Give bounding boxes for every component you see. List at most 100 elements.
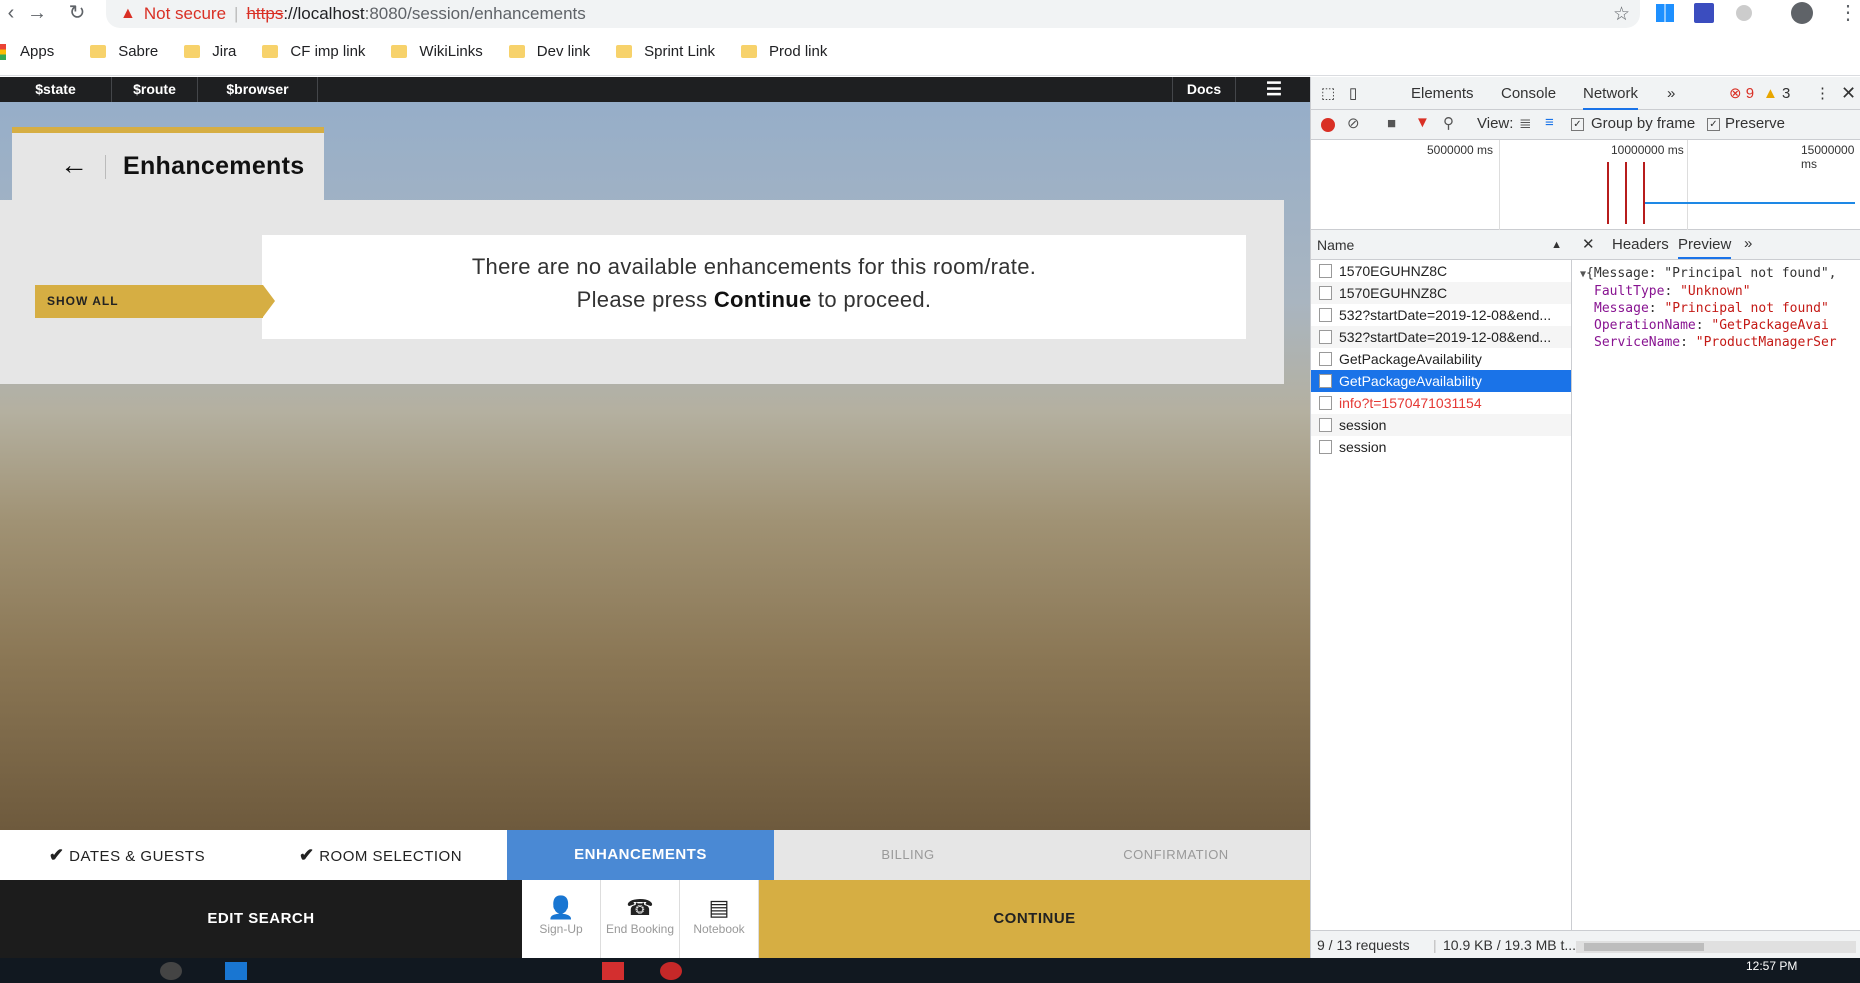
bookmark-sprint-link[interactable]: Sprint Link [616, 43, 715, 60]
notebook-icon: ▤ [708, 895, 730, 920]
tab-console[interactable]: Console [1501, 77, 1556, 110]
bookmark-sabre[interactable]: Sabre [90, 43, 158, 60]
file-icon [1319, 352, 1332, 366]
inspect-element-icon[interactable]: ⬚ [1321, 77, 1343, 110]
address-bar[interactable]: ▲ Not secure | https ://localhost :8080/… [106, 0, 1640, 28]
step-dates-guests[interactable]: ✔ DATES & GUESTS [0, 830, 254, 880]
debug-state-link[interactable]: $state [0, 77, 112, 102]
request-row[interactable]: 1570EGUHNZ8C [1311, 260, 1571, 282]
extension-circle-icon[interactable] [1736, 5, 1752, 21]
warning-icon: ▲ [120, 5, 136, 22]
taskbar-app-icon[interactable] [660, 962, 682, 980]
edit-search-button[interactable]: EDIT SEARCH [0, 880, 522, 958]
file-icon [1319, 330, 1332, 344]
waterfall-view-icon[interactable]: ≡ [1545, 114, 1554, 131]
back-icon[interactable]: ‹ [0, 2, 22, 24]
preview-field: FaultType: "Unknown" [1594, 284, 1751, 299]
taskbar-app-icon[interactable] [225, 962, 247, 980]
bookmark-dev-link[interactable]: Dev link [508, 43, 590, 60]
close-detail-icon[interactable]: ✕ [1582, 235, 1595, 253]
star-icon[interactable]: ☆ [1613, 3, 1630, 26]
timeline-label: 15000000 ms [1801, 143, 1855, 171]
show-all-button[interactable]: SHOW ALL [35, 285, 275, 318]
filter-icon[interactable]: ▼ [1415, 114, 1430, 131]
step-enhancements[interactable]: ENHANCEMENTS [507, 830, 774, 880]
tab-elements[interactable]: Elements [1411, 77, 1474, 110]
device-toggle-icon[interactable]: ▯ [1349, 77, 1371, 110]
taskbar-app-icon[interactable] [160, 962, 182, 980]
warning-count-badge[interactable]: ▲ 3 [1763, 77, 1790, 110]
request-row-error[interactable]: info?t=1570471031154 [1311, 392, 1571, 414]
end-booking-button[interactable]: ☎ End Booking [601, 880, 680, 958]
error-count: 9 [1745, 85, 1755, 102]
bookmark-prod-link[interactable]: Prod link [741, 43, 827, 60]
step-room-selection[interactable]: ✔ ROOM SELECTION [254, 830, 507, 880]
end-booking-label: End Booking [605, 922, 675, 936]
preview-field: ServiceName: "ProductManagerSer [1594, 335, 1837, 350]
folder-icon [262, 45, 279, 58]
record-icon[interactable] [1321, 118, 1335, 132]
error-count-badge[interactable]: ⊗ 9 [1729, 77, 1754, 110]
more-detail-tabs-icon[interactable]: » [1744, 235, 1752, 252]
list-view-icon[interactable]: ≣ [1519, 114, 1532, 132]
field-key: ServiceName [1594, 335, 1681, 350]
windows-icon[interactable] [1656, 4, 1674, 22]
preview-root[interactable]: ▼{Message: "Principal not found", [1580, 265, 1860, 283]
request-row-selected[interactable]: GetPackageAvailability [1311, 370, 1571, 392]
message-text: to proceed. [817, 287, 932, 312]
forward-icon[interactable]: → [26, 2, 48, 24]
continue-button[interactable]: CONTINUE [759, 880, 1310, 958]
request-row[interactable]: session [1311, 436, 1571, 458]
timeline-gridline [1499, 140, 1500, 230]
separator: | [234, 4, 239, 23]
step-label: DATES & GUESTS [69, 848, 206, 865]
request-row[interactable]: GetPackageAvailability [1311, 348, 1571, 370]
hamburger-menu-icon[interactable]: ☰ [1246, 77, 1302, 102]
reload-icon[interactable]: ↻ [66, 2, 88, 24]
tab-preview[interactable]: Preview [1678, 236, 1732, 259]
request-name: GetPackageAvailability [1339, 351, 1482, 367]
bookmark-jira[interactable]: Jira [184, 43, 236, 60]
field-value: "ProductManagerSer [1695, 335, 1837, 350]
more-tabs-icon[interactable]: » [1667, 77, 1675, 110]
horizontal-scrollbar[interactable] [1576, 941, 1856, 953]
request-row[interactable]: session [1311, 414, 1571, 436]
extension-grid-icon[interactable] [1694, 3, 1714, 23]
field-value: "Unknown" [1680, 284, 1751, 299]
docs-link[interactable]: Docs [1172, 77, 1236, 102]
back-arrow-icon[interactable]: ← [60, 149, 88, 181]
request-row[interactable]: 532?startDate=2019-12-08&end... [1311, 304, 1571, 326]
account-icon[interactable] [1791, 2, 1813, 24]
bookmark-label: CF imp link [290, 43, 366, 60]
preview-field: Message: "Principal not found" [1594, 301, 1829, 316]
bookmark-wikilinks[interactable]: WikiLinks [391, 43, 483, 60]
notebook-button[interactable]: ▤ Notebook [680, 880, 759, 958]
group-by-frame-checkbox[interactable]: ✓ [1571, 118, 1584, 131]
notebook-label: Notebook [693, 922, 745, 936]
search-icon[interactable]: ⚲ [1443, 114, 1454, 132]
request-name: 532?startDate=2019-12-08&end... [1339, 307, 1552, 323]
name-column-header[interactable]: Name ▲ [1311, 230, 1572, 260]
clear-icon[interactable]: ⊘ [1347, 114, 1360, 132]
message-line-1: There are no available enhancements for … [471, 254, 1037, 279]
request-row[interactable]: 532?startDate=2019-12-08&end... [1311, 326, 1571, 348]
preserve-log-checkbox[interactable]: ✓ [1707, 118, 1720, 131]
debug-browser-link[interactable]: $browser [198, 77, 318, 102]
page-title-tab: ← Enhancements [12, 127, 324, 200]
request-row[interactable]: 1570EGUHNZ8C [1311, 282, 1571, 304]
menu-kebab-icon[interactable]: ⋮ [1838, 0, 1858, 25]
taskbar-app-icon[interactable] [602, 962, 624, 980]
bookmark-cf-imp-link[interactable]: CF imp link [262, 43, 365, 60]
close-devtools-icon[interactable]: ✕ [1841, 77, 1856, 110]
network-toolbar: ⊘ ■ ▼ ⚲ View: ≣ ≡ ✓ Group by frame ✓ Pre… [1311, 110, 1860, 140]
tab-network[interactable]: Network [1583, 77, 1639, 110]
devtools-menu-icon[interactable]: ⋮ [1815, 77, 1830, 110]
bookmark-apps[interactable]: Apps [0, 43, 54, 60]
tab-headers[interactable]: Headers [1612, 236, 1669, 253]
scrollbar-thumb[interactable] [1584, 943, 1704, 951]
sign-up-button[interactable]: 👤 Sign-Up [522, 880, 601, 958]
file-icon [1319, 286, 1332, 300]
request-name: info?t=1570471031154 [1339, 395, 1482, 411]
debug-route-link[interactable]: $route [112, 77, 198, 102]
camera-icon[interactable]: ■ [1387, 115, 1396, 132]
